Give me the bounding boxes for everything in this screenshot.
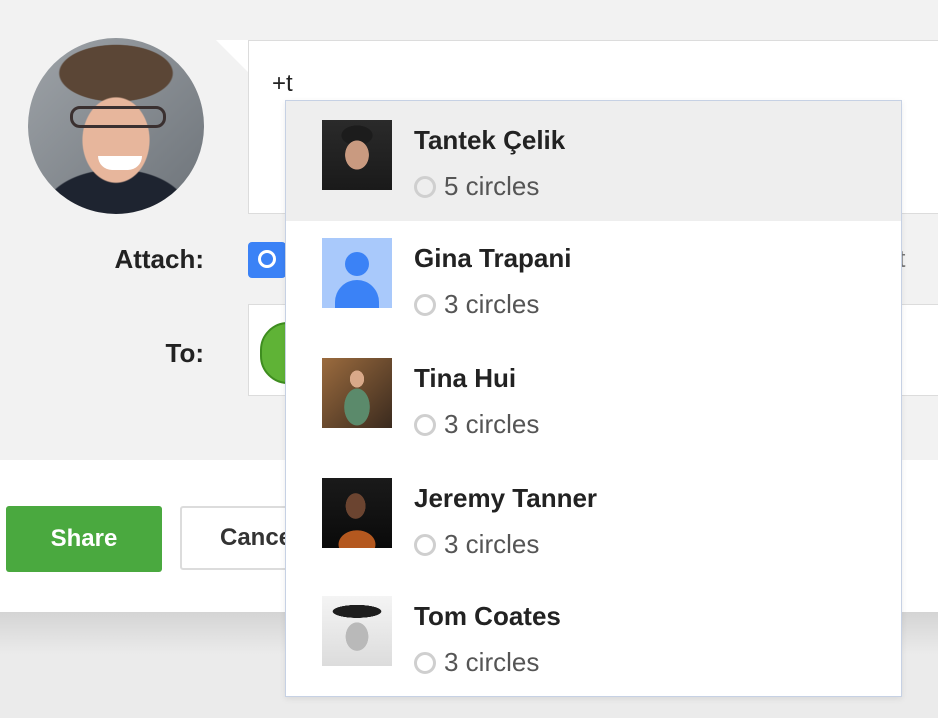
attach-label: Attach:	[114, 244, 204, 274]
contact-name: Gina Trapani	[414, 243, 572, 273]
post-text-value[interactable]: +t	[272, 70, 293, 98]
contact-circles: 3 circles	[414, 529, 539, 560]
post-box-notch	[216, 40, 248, 72]
contact-photo	[322, 358, 392, 428]
share-button[interactable]: Share	[6, 506, 162, 572]
suggestion-jeremy-tanner[interactable]: Jeremy Tanner 3 circles	[286, 461, 901, 581]
avatar-glasses	[70, 106, 166, 128]
circles-count: 3 circles	[444, 647, 540, 677]
contact-name: Jeremy Tanner	[414, 483, 598, 513]
contact-photo	[322, 478, 392, 548]
circles-ring-icon	[414, 413, 436, 436]
circles-count: 3 circles	[444, 529, 540, 559]
avatar-smile	[98, 156, 142, 170]
camera-icon[interactable]	[248, 242, 286, 278]
contact-circles: 3 circles	[414, 409, 539, 440]
contact-name: Tom Coates	[414, 601, 561, 631]
contact-circles: 3 circles	[414, 647, 539, 678]
circles-ring-icon	[414, 651, 436, 674]
mention-suggestions-dropdown: Tantek Çelik 5 circles Gina Trapani 3 ci…	[285, 100, 902, 697]
suggestion-tina-hui[interactable]: Tina Hui 3 circles	[286, 341, 901, 461]
user-avatar	[28, 38, 204, 214]
suggestion-tom-coates[interactable]: Tom Coates 3 circles	[286, 579, 901, 699]
circles-count: 3 circles	[444, 409, 540, 439]
contact-photo	[322, 120, 392, 190]
default-profile-icon	[322, 238, 392, 308]
contact-name: Tantek Çelik	[414, 125, 566, 155]
suggestion-tantek-celik[interactable]: Tantek Çelik 5 circles	[286, 101, 901, 221]
to-label: To:	[165, 338, 205, 368]
contact-name: Tina Hui	[414, 363, 517, 393]
contact-photo	[322, 596, 392, 666]
circles-count: 3 circles	[444, 289, 540, 319]
circles-ring-icon	[414, 533, 436, 556]
contact-circles: 3 circles	[414, 289, 539, 320]
suggestion-gina-trapani[interactable]: Gina Trapani 3 circles	[286, 221, 901, 341]
circles-ring-icon	[414, 293, 436, 316]
circles-count: 5 circles	[444, 171, 540, 201]
circles-ring-icon	[414, 175, 436, 198]
contact-circles: 5 circles	[414, 171, 539, 202]
